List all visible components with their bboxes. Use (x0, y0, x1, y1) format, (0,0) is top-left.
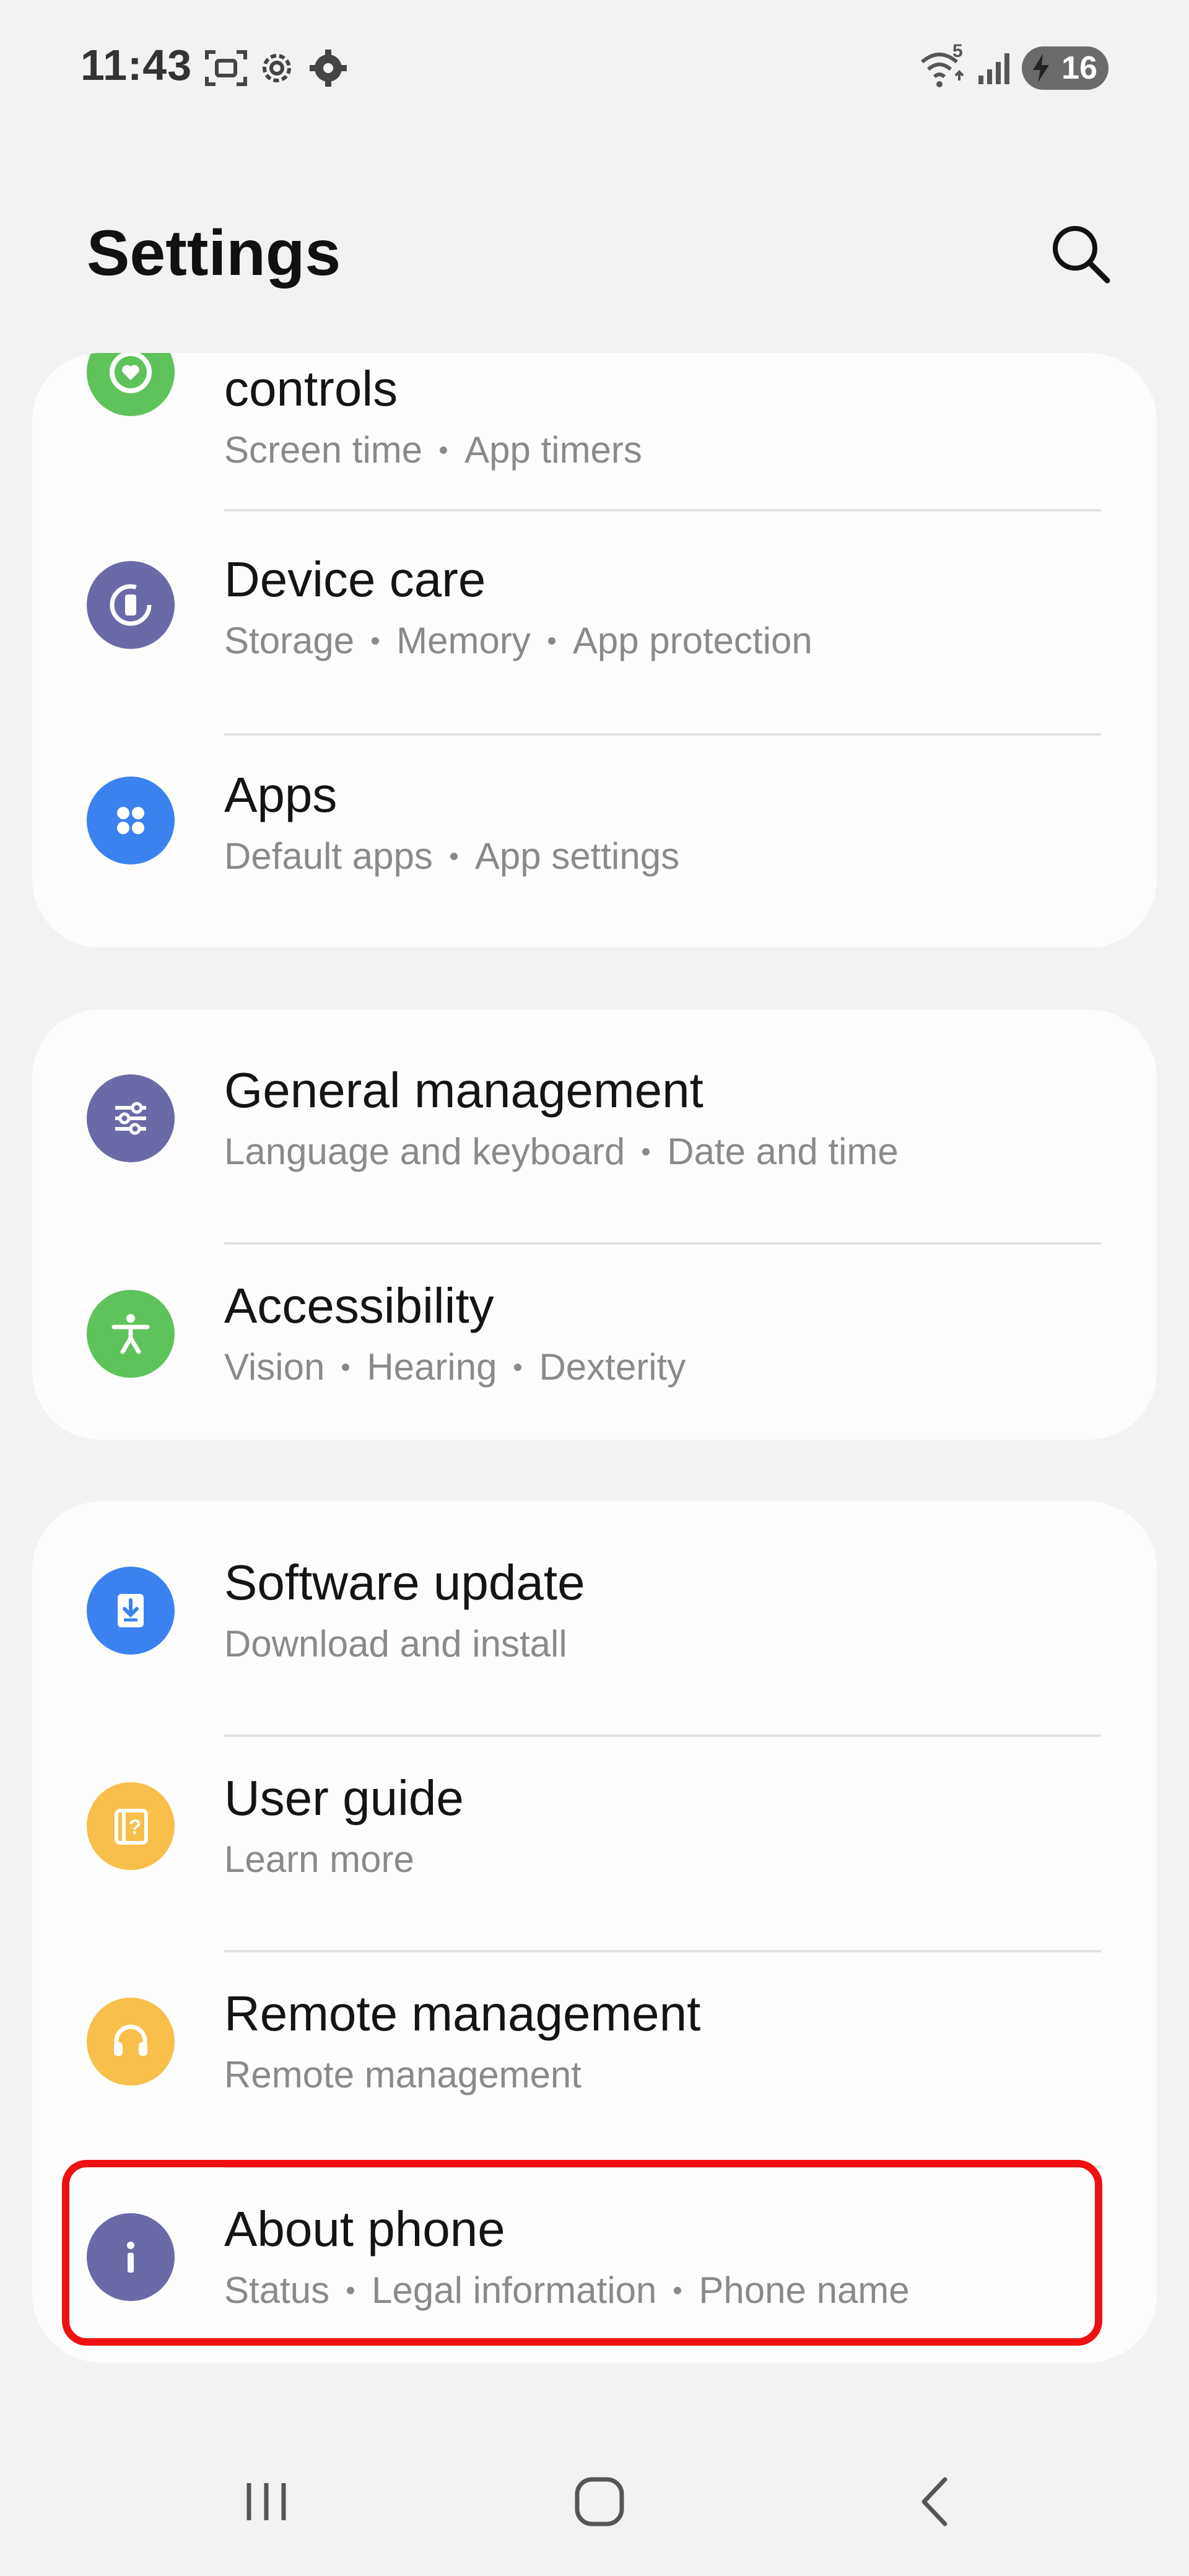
info-icon (87, 2213, 175, 2301)
digital-wellbeing-icon (87, 353, 175, 416)
navigation-bar (0, 2440, 1189, 2576)
item-subtitle: Screen time App timers (224, 429, 642, 471)
item-subtitle: Language and keyboard Date and time (224, 1131, 899, 1172)
item-title: Remote management (224, 1986, 701, 2041)
item-title: Apps (224, 767, 338, 822)
battery-charging-icon (1030, 53, 1052, 92)
status-time: 11:43 (81, 41, 193, 89)
settings-gear-outline-icon (257, 48, 297, 91)
recents-icon (246, 2483, 286, 2520)
user-guide-icon: ? (87, 1782, 175, 1870)
battery-indicator: 16 (1022, 46, 1108, 90)
item-title: Software update (224, 1555, 585, 1610)
back-button[interactable] (873, 2440, 997, 2564)
back-icon (921, 2477, 947, 2526)
page-title: Settings (87, 217, 341, 289)
item-subtitle: Learn more (224, 1838, 414, 1880)
item-subtitle: Download and install (224, 1623, 567, 1664)
headset-icon (87, 1998, 175, 2086)
settings-item-user-guide[interactable]: ? User guide Learn more (32, 1717, 1157, 1952)
item-subtitle: Default apps App settings (224, 835, 680, 877)
item-title: Accessibility (224, 1278, 494, 1333)
settings-item-accessibility[interactable]: Accessibility Vision Hearing Dexterity (32, 1225, 1157, 1440)
item-subtitle: Remote management (224, 2054, 581, 2095)
settings-item-device-care[interactable]: Device care Storage Memory App protection (32, 520, 1157, 736)
home-icon (575, 2477, 624, 2526)
battery-level: 16 (1061, 50, 1097, 86)
settings-group-1: controls Screen time App timers Device ca… (32, 353, 1157, 947)
divider (224, 509, 1101, 511)
item-title: Device care (224, 552, 486, 607)
recents-button[interactable] (204, 2440, 328, 2564)
signal-icon (977, 51, 1012, 89)
item-subtitle: Vision Hearing Dexterity (224, 1346, 686, 1388)
settings-item-about-phone[interactable]: About phone Status Legal information Phone… (32, 2148, 1157, 2362)
device-care-icon (87, 561, 175, 649)
settings-item-apps[interactable]: Apps Default apps App settings (32, 736, 1157, 947)
wifi-badge: 5 (952, 41, 963, 61)
item-title: controls (224, 361, 398, 416)
settings-item-software-update[interactable]: Software update Download and install (32, 1502, 1157, 1737)
settings-item-digital-wellbeing[interactable]: controls Screen time App timers (32, 353, 1157, 531)
status-bar: 11:43 5 16 (0, 0, 1189, 136)
settings-gear-icon (308, 48, 348, 91)
home-button[interactable] (538, 2440, 661, 2564)
item-title: User guide (224, 1770, 464, 1825)
item-subtitle: Storage Memory App protection (224, 620, 812, 661)
software-update-icon (87, 1567, 175, 1655)
sliders-icon (87, 1074, 175, 1162)
item-subtitle: Status Legal information Phone name (224, 2269, 910, 2311)
search-icon (1053, 226, 1110, 284)
svg-text:?: ? (129, 1816, 142, 1839)
item-title: General management (224, 1063, 703, 1118)
settings-group-2: General management Language and keyboard… (32, 1009, 1157, 1440)
settings-group-3: Software update Download and install ? U… (32, 1502, 1157, 2362)
settings-item-remote-management[interactable]: Remote management Remote management (32, 1933, 1157, 2168)
accessibility-icon (87, 1290, 175, 1378)
screenshot-icon (204, 48, 248, 91)
settings-item-general-management[interactable]: General management Language and keyboard… (32, 1009, 1157, 1245)
apps-icon (87, 777, 175, 864)
item-title: About phone (224, 2201, 505, 2256)
search-button[interactable] (1047, 220, 1115, 288)
